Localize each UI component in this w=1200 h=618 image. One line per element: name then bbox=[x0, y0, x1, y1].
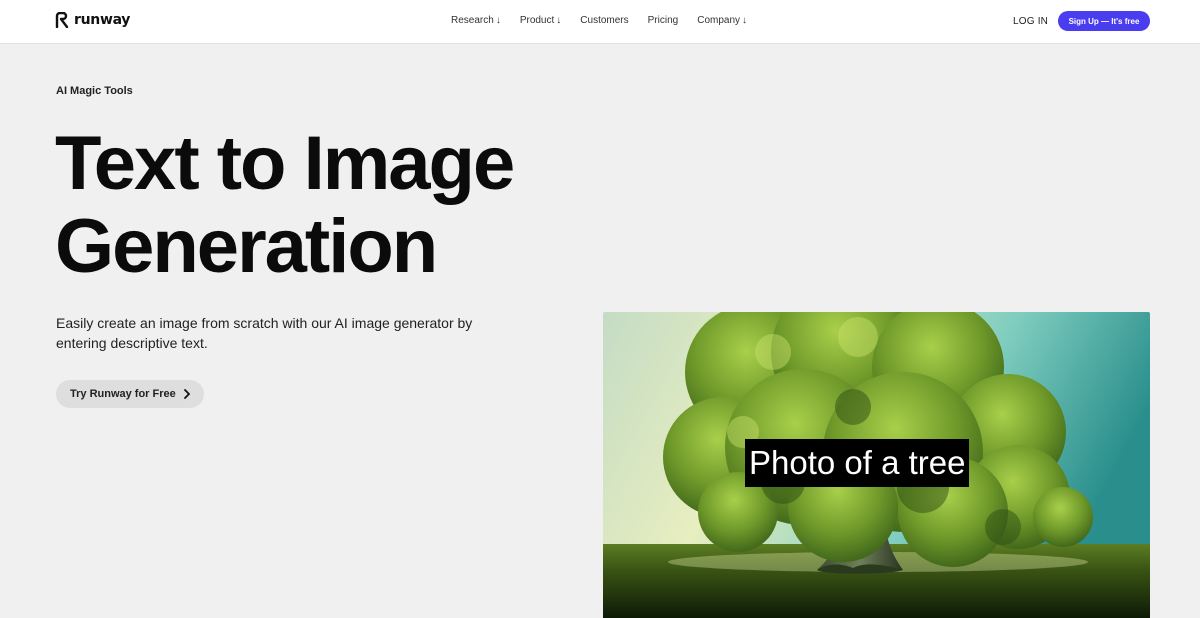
down-arrow-icon: ↓ bbox=[495, 15, 501, 26]
runway-logo[interactable]: runway bbox=[55, 12, 130, 28]
page-title-line2: Generation bbox=[55, 204, 438, 289]
down-arrow-icon: ↓ bbox=[556, 15, 562, 26]
nav-pricing[interactable]: Pricing bbox=[648, 15, 679, 26]
brand-name: runway bbox=[74, 12, 131, 28]
nav-company[interactable]: Company ↓ bbox=[697, 15, 747, 26]
signup-button[interactable]: Sign Up — It's free bbox=[1058, 11, 1150, 31]
page-title-line1: Text to Image bbox=[55, 121, 515, 206]
image-caption: Photo of a tree bbox=[745, 439, 970, 487]
runway-logo-icon bbox=[55, 12, 69, 28]
down-arrow-icon: ↓ bbox=[742, 15, 748, 26]
page-title: Text to Image Generation bbox=[55, 121, 515, 289]
login-link[interactable]: LOG IN bbox=[1013, 16, 1048, 27]
top-navbar: runway Research ↓ Product ↓ Customers Pr… bbox=[0, 0, 1200, 44]
nav-customers[interactable]: Customers bbox=[580, 15, 628, 26]
try-runway-label: Try Runway for Free bbox=[70, 388, 176, 400]
main-nav: Research ↓ Product ↓ Customers Pricing C… bbox=[451, 15, 747, 26]
nav-research[interactable]: Research ↓ bbox=[451, 15, 501, 26]
chevron-right-icon bbox=[183, 389, 190, 399]
nav-product-label: Product bbox=[519, 15, 555, 26]
nav-customers-label: Customers bbox=[580, 15, 629, 26]
try-runway-button[interactable]: Try Runway for Free bbox=[56, 380, 204, 408]
generated-tree-image: Photo of a tree bbox=[603, 312, 1150, 618]
nav-pricing-label: Pricing bbox=[647, 15, 679, 26]
nav-product[interactable]: Product ↓ bbox=[520, 15, 561, 26]
hero-description: Easily create an image from scratch with… bbox=[56, 315, 473, 351]
nav-company-label: Company bbox=[697, 15, 741, 26]
eyebrow-label: AI Magic Tools bbox=[56, 85, 133, 97]
nav-research-label: Research bbox=[451, 15, 494, 26]
